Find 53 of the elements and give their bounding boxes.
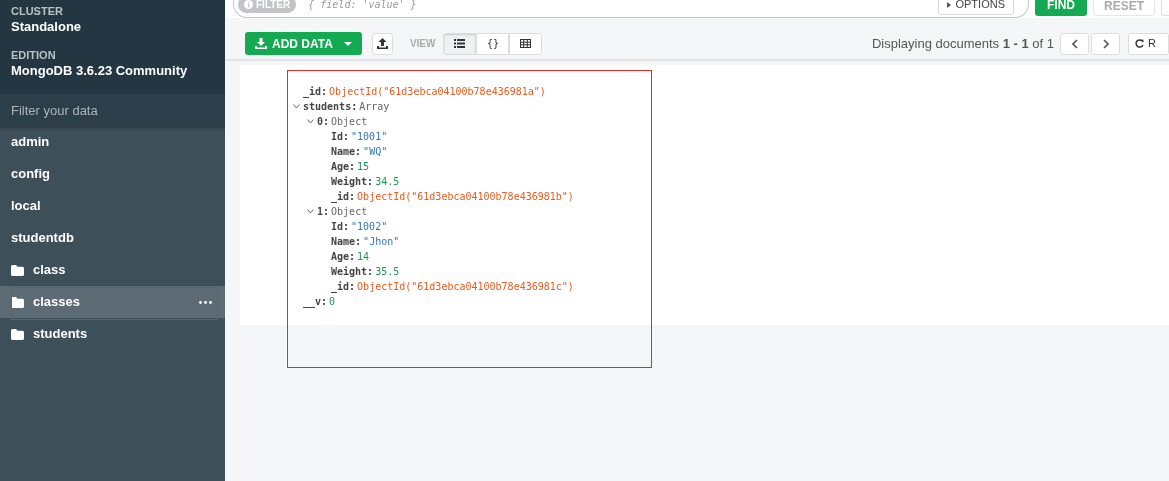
list-icon: [454, 39, 466, 48]
view-toggle[interactable]: [509, 32, 543, 55]
folder-icon: [11, 264, 24, 276]
collection-item[interactable]: classes: [0, 286, 225, 318]
document-field: Id: "1001": [331, 129, 1169, 144]
next-page-button[interactable]: [1091, 32, 1121, 55]
filter-field[interactable]: Filter your data: [0, 94, 225, 126]
collection-item[interactable]: class: [0, 254, 225, 286]
document-field: _id: ObjectId("61d3ebca04100b78e436981c"): [331, 279, 1169, 294]
info-icon: [244, 0, 253, 9]
options-button[interactable]: OPTIONS: [938, 0, 1014, 15]
document-field: _id: ObjectId("61d3ebca04100b78e436981b"): [331, 189, 1169, 204]
caret-icon: [947, 1, 952, 8]
document-field: _id: ObjectId("61d3ebca04100b78e436981a"): [303, 84, 1169, 99]
table-icon: [520, 39, 532, 48]
section-label: EDITION: [11, 48, 56, 62]
edition-name: MongoDB 3.6.23 Community: [11, 62, 188, 79]
more-icon: [199, 300, 212, 304]
folder-icon: [11, 296, 24, 308]
chevron-left-icon: [1071, 38, 1078, 49]
filter-badge: FILTER: [238, 0, 297, 13]
document-field: 0: Object: [317, 114, 1169, 129]
document-field: students: Array: [303, 99, 1169, 114]
upload-icon: [376, 38, 388, 49]
database-item[interactable]: config: [0, 158, 225, 190]
caret-icon: [343, 41, 352, 46]
refresh-icon: [1135, 39, 1145, 48]
refresh-button[interactable]: R: [1128, 32, 1169, 55]
document-field: Age: 15: [331, 159, 1169, 174]
cluster-name: Standalone: [11, 18, 82, 35]
document-field: Weight: 34.5: [331, 174, 1169, 189]
section-label: CLUSTER: [11, 4, 63, 18]
query-field[interactable]: FILTER { field: 'value' } OPTIONS: [233, 0, 1029, 18]
export-button[interactable]: [371, 32, 393, 55]
document-field: Weight: 35.5: [331, 264, 1169, 279]
document-field: Name: "WQ": [331, 144, 1169, 159]
view-toggle[interactable]: [443, 32, 477, 55]
chevron-right-icon: [1102, 38, 1109, 49]
document-field: __v: 0: [303, 294, 1169, 309]
download-icon: [255, 38, 267, 49]
document-count: Displaying documents 1 - 1 of 1: [871, 34, 1055, 53]
document-field: 1: Object: [317, 204, 1169, 219]
view-label: VIEW: [409, 37, 436, 51]
document-field: Age: 14: [331, 249, 1169, 264]
document-field: Name: "Jhon": [331, 234, 1169, 249]
database-item[interactable]: studentdb: [0, 222, 225, 254]
folder-icon: [11, 328, 24, 340]
view-toggle[interactable]: {}: [476, 32, 510, 55]
database-item[interactable]: admin: [0, 126, 225, 158]
database-item[interactable]: local: [0, 190, 225, 222]
document-field: Id: "1002": [331, 219, 1169, 234]
collection-item[interactable]: students: [0, 318, 225, 350]
previous-page-button[interactable]: [1060, 32, 1090, 55]
